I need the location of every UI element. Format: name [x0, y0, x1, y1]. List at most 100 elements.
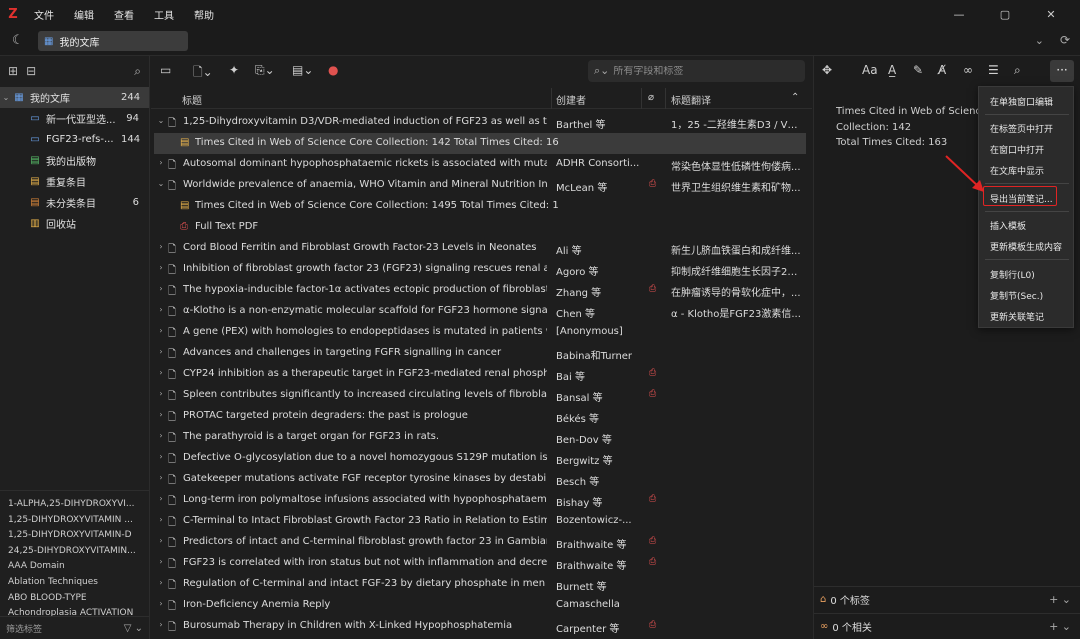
filter-icon[interactable]: ▽ ⌄	[124, 623, 143, 634]
chevron-right-icon[interactable]: ›	[156, 578, 166, 587]
item-row[interactable]: › 🗋 Cord Blood Ferritin and Fibroblast Gro…	[154, 238, 806, 259]
magic-wand-icon[interactable]: ✦	[229, 63, 239, 77]
chevron-right-icon[interactable]: ›	[156, 389, 166, 398]
tag-item[interactable]: Ablation Techniques	[0, 577, 149, 593]
item-row[interactable]: › 🗋 A gene (PEX) with homologies to endope…	[154, 322, 806, 343]
column-divider[interactable]	[665, 88, 666, 109]
item-row[interactable]: › 🗋 Spleen contributes significantly to in…	[154, 385, 806, 406]
moon-icon[interactable]: ☾	[12, 33, 24, 48]
chevron-right-icon[interactable]: ›	[156, 536, 166, 545]
highlight-icon[interactable]: ✎	[913, 63, 923, 77]
item-row[interactable]: › 🗋 The hypoxia-inducible factor-1α activa…	[154, 280, 806, 301]
pdf-attachment-icon[interactable]: ⎙	[649, 179, 656, 189]
item-row[interactable]: › 🗋 The parathyroid is a target organ for …	[154, 427, 806, 448]
menu-view[interactable]: 查看	[104, 7, 144, 22]
item-row[interactable]: › 🗋 α-Klotho is a non-enzymatic molecular …	[154, 301, 806, 322]
item-row[interactable]: › 🗋 Inhibition of fibroblast growth factor…	[154, 259, 806, 280]
chevron-right-icon[interactable]: ›	[156, 326, 166, 335]
chevron-right-icon[interactable]: ›	[156, 599, 166, 608]
chevron-right-icon[interactable]: ›	[156, 557, 166, 566]
chevron-down-icon[interactable]: ⌄	[156, 179, 166, 188]
pdf-attachment-icon[interactable]: ⎙	[649, 620, 656, 630]
text-format-icon[interactable]: Aa	[862, 63, 878, 77]
item-row[interactable]: › 🗋 Autosomal dominant hypophosphataemic r…	[154, 154, 806, 175]
item-row[interactable]: › 🗋 Gatekeeper mutations activate FGF rece…	[154, 469, 806, 490]
new-folder-icon[interactable]: ⊟	[26, 64, 36, 78]
tag-item[interactable]: 1,25-DIHYDROXYVITAMIN-D	[0, 530, 149, 546]
menu-item-insert-template[interactable]: 插入模板	[990, 219, 1026, 232]
menu-item-copy-section[interactable]: 复制节(Sec.)	[990, 289, 1043, 302]
item-row[interactable]: › 🗋 Regulation of C-terminal and intact FG…	[154, 574, 806, 595]
note-content[interactable]: Times Cited in Web of Science C Collecti…	[836, 104, 986, 151]
annotation-icon[interactable]: ●	[328, 63, 338, 77]
column-title[interactable]: 标题	[182, 92, 202, 107]
tag-item[interactable]: 1-ALPHA,25-DIHYDROXYVI...	[0, 499, 149, 515]
search-box[interactable]: ⌕⌄	[588, 60, 805, 82]
attachment-row[interactable]: ⎙ Full Text PDF	[154, 217, 806, 238]
chevron-right-icon[interactable]: ›	[156, 368, 166, 377]
tab-my-library[interactable]: ▦ 我的文库	[38, 31, 188, 51]
drag-icon[interactable]: ✥	[822, 63, 832, 77]
more-options-button[interactable]: ···	[1050, 60, 1074, 82]
pdf-attachment-icon[interactable]: ⎙	[649, 368, 656, 378]
chevron-down-icon[interactable]: ⌄	[156, 116, 166, 125]
search-input[interactable]	[613, 65, 794, 77]
item-row[interactable]: › 🗋 Predictors of intact and C-terminal fi…	[154, 532, 806, 553]
menu-edit[interactable]: 编辑	[64, 7, 104, 22]
chevron-right-icon[interactable]: ›	[156, 305, 166, 314]
list-icon[interactable]: ☰	[988, 63, 999, 77]
item-row[interactable]: › 🗋 CYP24 inhibition as a therapeutic targ…	[154, 364, 806, 385]
menu-item-open-in-tab[interactable]: 在标签页中打开	[990, 122, 1053, 135]
pdf-attachment-icon[interactable]: ⎙	[649, 284, 656, 294]
chevron-right-icon[interactable]: ›	[156, 620, 166, 629]
collection-item[interactable]: ▭ 新一代亚型选... 94	[0, 108, 149, 129]
add-related-icon[interactable]: + ⌄	[1049, 620, 1071, 633]
item-row[interactable]: › 🗋 Iron-Deficiency Anemia Reply Camaschell…	[154, 595, 806, 616]
pdf-attachment-icon[interactable]: ⎙	[649, 389, 656, 399]
note-row[interactable]: ▤ Times Cited in Web of Science Core Coll…	[154, 196, 806, 217]
menu-item-open-in-window[interactable]: 在窗口中打开	[990, 143, 1044, 156]
item-row[interactable]: › 🗋 PROTAC targeted protein degraders: the…	[154, 406, 806, 427]
new-note-icon[interactable]: ▤⌄	[292, 63, 313, 77]
chevron-right-icon[interactable]: ›	[156, 347, 166, 356]
column-divider[interactable]	[551, 88, 552, 109]
chevron-right-icon[interactable]: ›	[156, 284, 166, 293]
tags-section[interactable]: ⌂ 0 个标签 + ⌄	[814, 586, 1080, 612]
new-collection-icon[interactable]: ⊞	[8, 64, 18, 78]
collection-item[interactable]: ⌄ ▦ 我的文库 244	[0, 87, 149, 108]
menu-tools[interactable]: 工具	[144, 7, 184, 22]
text-color-icon[interactable]: A̲	[888, 63, 896, 77]
item-row[interactable]: › 🗋 Defective O-glycosylation due to a nov…	[154, 448, 806, 469]
tag-item[interactable]: 1,25-DIHYDROXYVITAMIN ...	[0, 515, 149, 531]
item-row[interactable]: › 🗋 C-Terminal to Intact Fibroblast Growth…	[154, 511, 806, 532]
sort-ascending-icon[interactable]: ⌃	[791, 92, 799, 103]
new-item-icon[interactable]: 🗋⌄	[193, 63, 213, 84]
chevron-right-icon[interactable]: ›	[156, 431, 166, 440]
menu-help[interactable]: 帮助	[184, 7, 224, 22]
item-row[interactable]: › 🗋 Long-term iron polymaltose infusions a…	[154, 490, 806, 511]
collection-item[interactable]: ▤ 我的出版物	[0, 150, 149, 171]
collection-item[interactable]: ▤ 重复条目	[0, 171, 149, 192]
chevron-right-icon[interactable]: ›	[156, 494, 166, 503]
menu-item-update-related-notes[interactable]: 更新关联笔记	[990, 310, 1044, 323]
related-section[interactable]: ∞ 0 个相关 + ⌄	[814, 613, 1080, 639]
menu-item-show-in-library[interactable]: 在文库中显示	[990, 164, 1044, 177]
collection-item[interactable]: ▭ FGF23-refs-... 144	[0, 129, 149, 150]
item-row[interactable]: › 🗋 Burosumab Therapy in Children with X-L…	[154, 616, 806, 637]
attachment-column-icon[interactable]: ⌀	[648, 92, 654, 103]
chevron-down-icon[interactable]: ⌄	[0, 93, 12, 102]
item-row[interactable]: › 🗋 FGF23 is correlated with iron status b…	[154, 553, 806, 574]
tag-filter[interactable]: 筛选标签 ▽ ⌄	[0, 616, 149, 639]
search-icon[interactable]: ⌕	[134, 64, 141, 79]
pdf-attachment-icon[interactable]: ⎙	[649, 536, 656, 546]
item-row[interactable]: ⌄ 🗋 1,25-Dihydroxyvitamin D3/VDR-mediated …	[154, 112, 806, 133]
chevron-right-icon[interactable]: ›	[156, 473, 166, 482]
chevron-right-icon[interactable]: ›	[156, 515, 166, 524]
chevron-right-icon[interactable]: ›	[156, 158, 166, 167]
minimize-icon[interactable]: —	[936, 8, 982, 21]
column-creator[interactable]: 创建者	[556, 92, 586, 107]
add-tag-icon[interactable]: + ⌄	[1049, 593, 1071, 606]
collection-item[interactable]: ▥ 回收站	[0, 213, 149, 234]
chevron-right-icon[interactable]: ›	[156, 452, 166, 461]
pdf-attachment-icon[interactable]: ⎙	[649, 494, 656, 504]
